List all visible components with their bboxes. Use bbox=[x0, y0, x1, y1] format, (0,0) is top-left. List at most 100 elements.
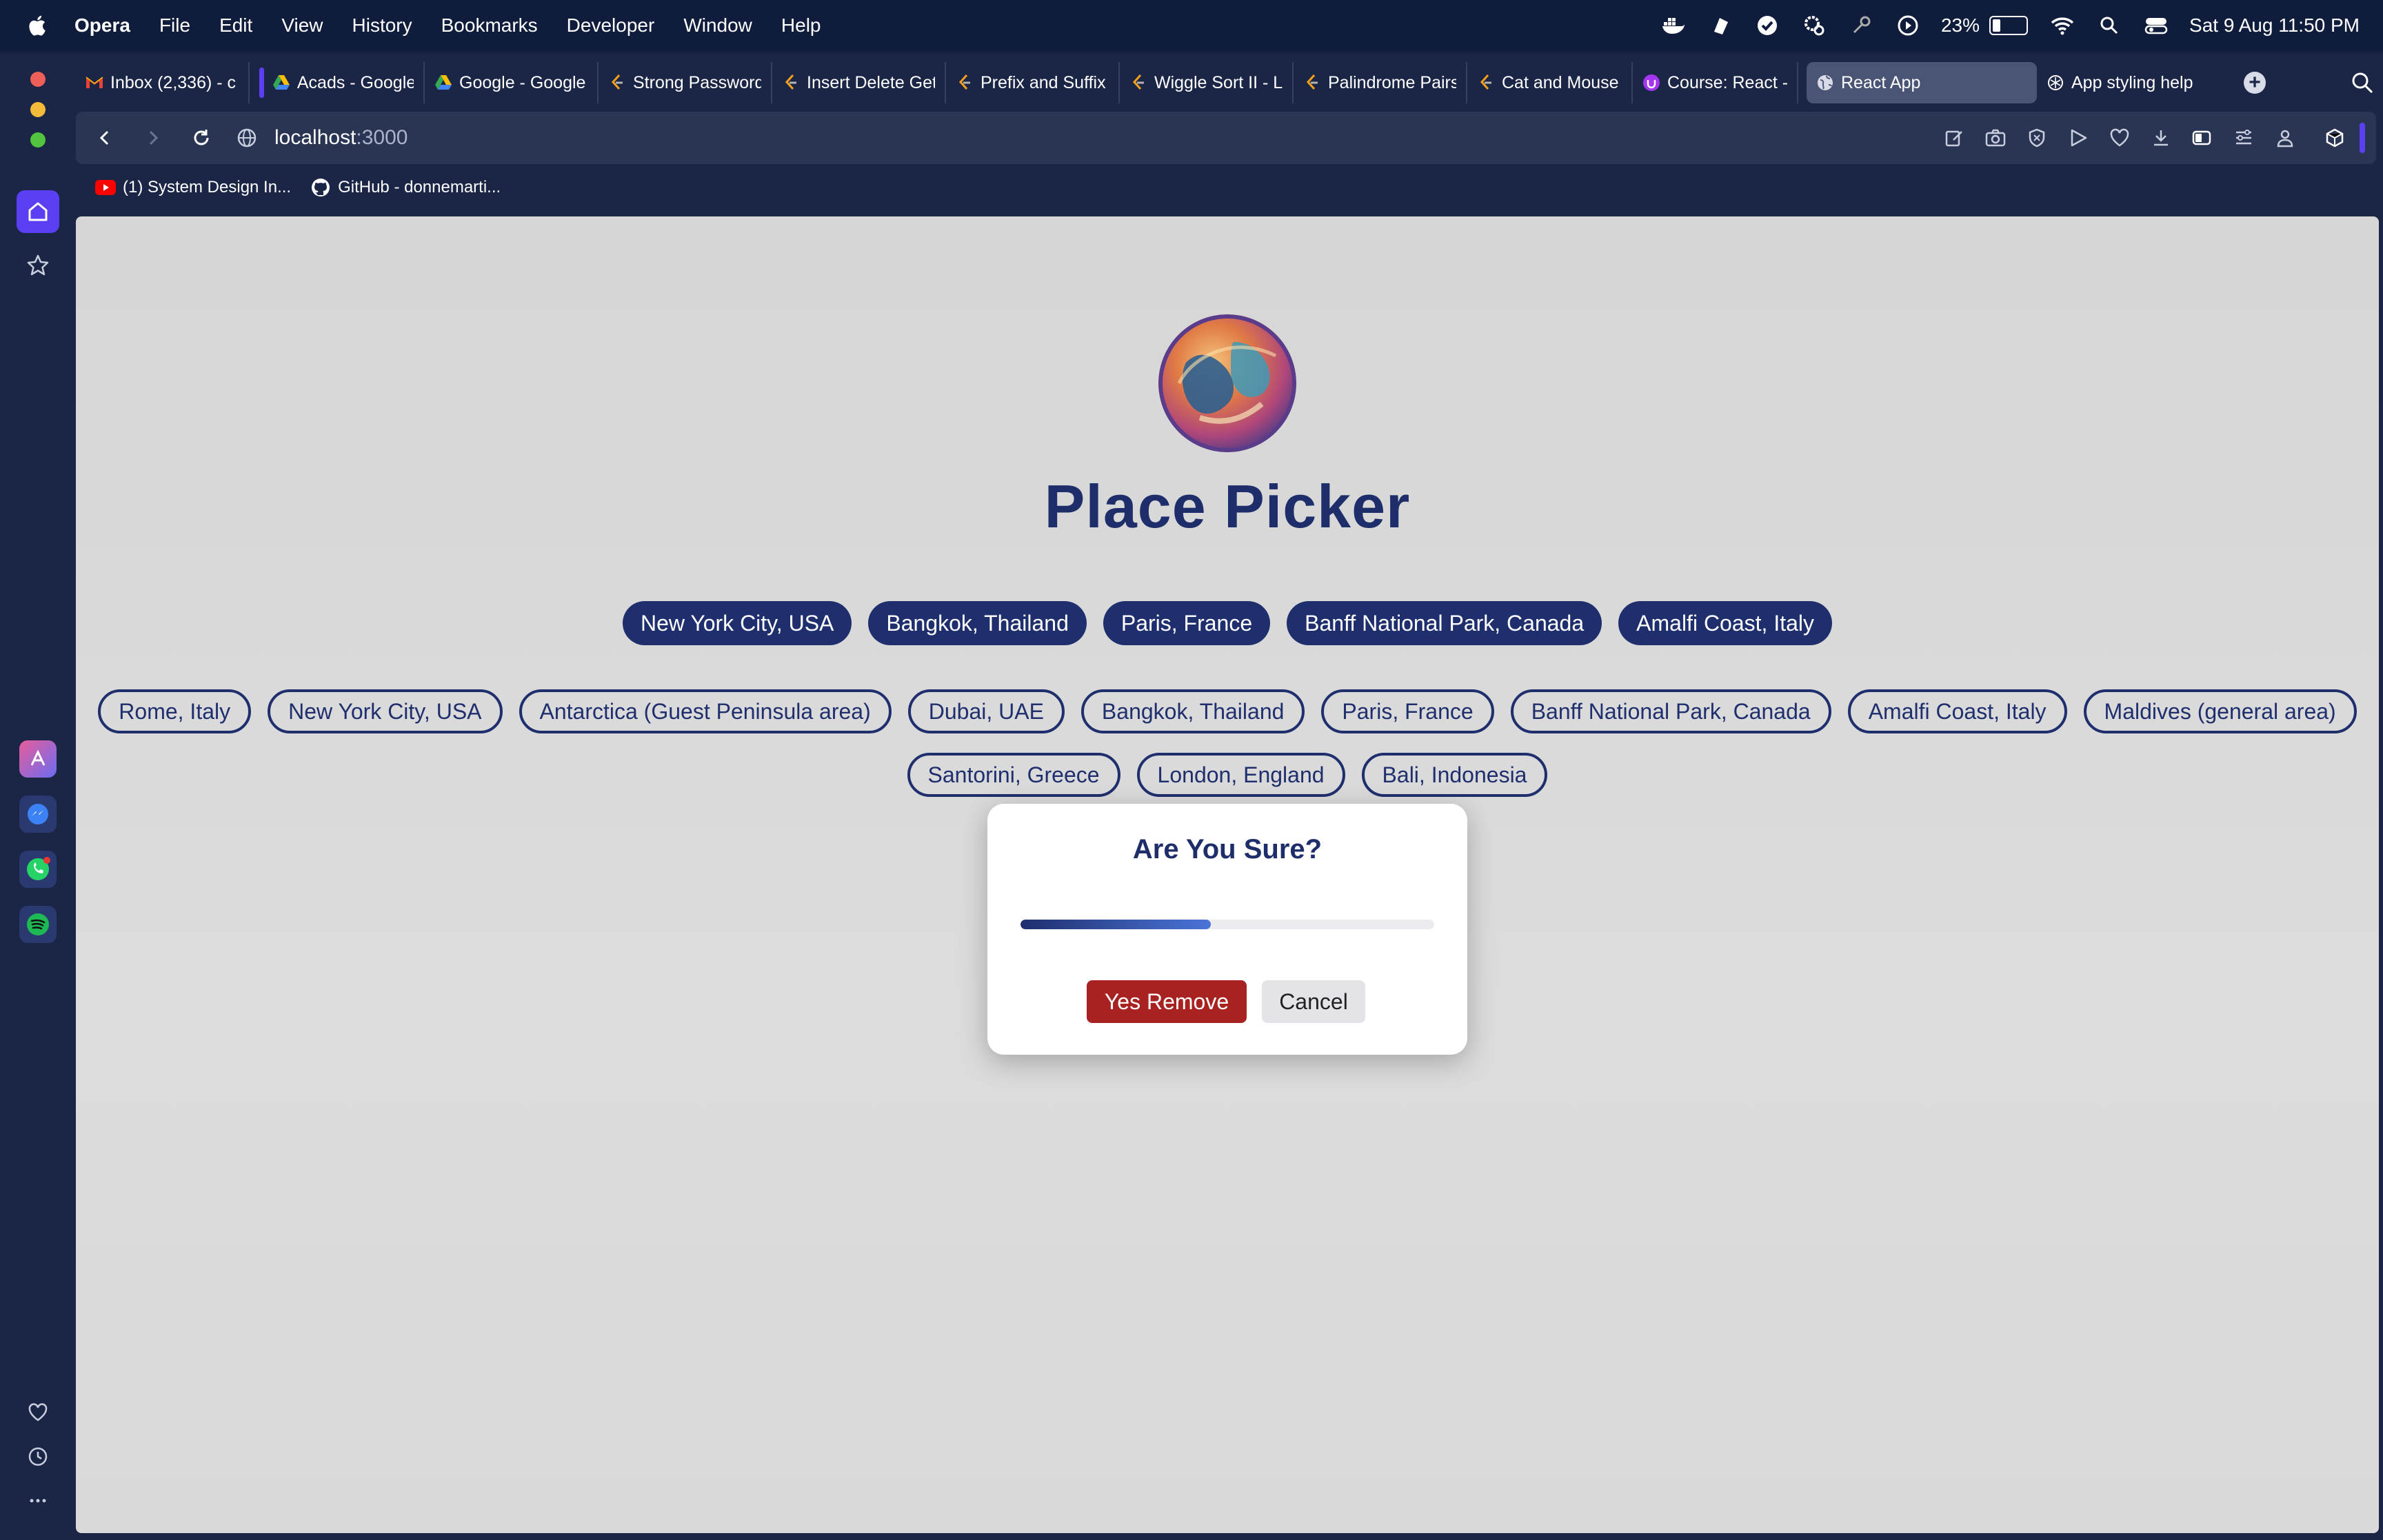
bookmark-system-design[interactable]: (1) System Design In... bbox=[95, 177, 291, 198]
tab-prefix-suffix[interactable]: Prefix and Suffix bbox=[946, 62, 1120, 103]
available-place-chip[interactable]: Dubai, UAE bbox=[907, 689, 1065, 733]
globe-icon bbox=[1816, 74, 1834, 92]
spotlight-search-icon[interactable] bbox=[2097, 13, 2122, 38]
maximize-window-button[interactable] bbox=[30, 132, 46, 148]
wifi-icon[interactable] bbox=[2050, 13, 2075, 38]
tab-strong-password[interactable]: Strong Password bbox=[599, 62, 772, 103]
gmail-icon bbox=[86, 74, 103, 92]
menu-view[interactable]: View bbox=[281, 14, 323, 37]
address-bar-tools bbox=[1925, 112, 2365, 164]
extensions-cube-icon[interactable] bbox=[2322, 125, 2347, 150]
available-place-chip[interactable]: Paris, France bbox=[1321, 689, 1494, 733]
tab-gmail[interactable]: Inbox (2,336) - c bbox=[76, 62, 250, 103]
selected-place-chip[interactable]: New York City, USA bbox=[622, 601, 852, 645]
menu-developer[interactable]: Developer bbox=[567, 14, 655, 37]
page-title: Place Picker bbox=[1044, 472, 1411, 540]
camera-icon[interactable] bbox=[1983, 125, 2008, 150]
selected-place-chip[interactable]: Amalfi Coast, Italy bbox=[1618, 601, 1832, 645]
tab-palindrome-pairs[interactable]: Palindrome Pairs bbox=[1294, 62, 1467, 103]
key-icon[interactable] bbox=[1849, 13, 1873, 38]
leetcode-icon bbox=[1477, 74, 1495, 92]
edit-icon[interactable] bbox=[1942, 125, 1967, 150]
available-place-chip[interactable]: New York City, USA bbox=[268, 689, 503, 733]
available-place-chip[interactable]: Rome, Italy bbox=[98, 689, 252, 733]
leetcode-icon bbox=[956, 74, 974, 92]
globe-logo-icon bbox=[1158, 314, 1296, 452]
bookmarks-bar: (1) System Design In... GitHub - donnema… bbox=[76, 167, 2376, 208]
gear-icon[interactable] bbox=[1802, 13, 1827, 38]
minimize-window-button[interactable] bbox=[30, 102, 46, 117]
available-place-chip[interactable]: Maldives (general area) bbox=[2083, 689, 2357, 733]
download-icon[interactable] bbox=[2149, 125, 2173, 150]
new-tab-button[interactable]: + bbox=[2244, 71, 2266, 94]
docker-icon[interactable] bbox=[1661, 13, 1686, 38]
tab-insert-delete[interactable]: Insert Delete Get bbox=[772, 62, 946, 103]
opera-sidebar bbox=[0, 54, 76, 1540]
available-place-chip[interactable]: Bali, Indonesia bbox=[1361, 753, 1548, 797]
modal-title: Are You Sure? bbox=[1132, 834, 1323, 864]
battery-icon[interactable] bbox=[1989, 16, 2029, 35]
url-field[interactable]: localhost:3000 bbox=[274, 126, 408, 150]
auto-confirm-progress-bar bbox=[1020, 920, 1434, 929]
menu-help[interactable]: Help bbox=[781, 14, 821, 37]
selected-place-chip[interactable]: Paris, France bbox=[1103, 601, 1271, 645]
available-place-chip[interactable]: Santorini, Greece bbox=[907, 753, 1120, 797]
bookmark-github[interactable]: GitHub - donnemarti... bbox=[310, 177, 501, 198]
easy-setup-icon[interactable] bbox=[2231, 125, 2256, 150]
available-place-chip[interactable]: Antarctica (Guest Peninsula area) bbox=[519, 689, 892, 733]
site-info-globe-icon[interactable] bbox=[233, 124, 261, 152]
check-icon[interactable] bbox=[1755, 13, 1780, 38]
send-icon[interactable] bbox=[2066, 125, 2091, 150]
heart-icon[interactable] bbox=[2107, 125, 2132, 150]
menubar-clock[interactable]: Sat 9 Aug 11:50 PM bbox=[2189, 14, 2360, 37]
app-icon[interactable] bbox=[1708, 13, 1733, 38]
profile-icon[interactable] bbox=[2273, 125, 2297, 150]
leetcode-icon bbox=[782, 74, 800, 92]
menu-window[interactable]: Window bbox=[683, 14, 752, 37]
tab-acads-drive[interactable]: Acads - Google D bbox=[250, 62, 425, 103]
sidebar-toggle-marker[interactable] bbox=[2360, 123, 2365, 153]
home-icon[interactable] bbox=[17, 190, 59, 233]
close-window-button[interactable] bbox=[30, 72, 46, 87]
menu-opera[interactable]: Opera bbox=[74, 14, 130, 37]
leetcode-icon bbox=[608, 74, 626, 92]
play-icon[interactable] bbox=[1896, 13, 1920, 38]
available-place-chip[interactable]: London, England bbox=[1136, 753, 1345, 797]
control-center-icon[interactable] bbox=[2144, 13, 2169, 38]
more-options-icon[interactable] bbox=[17, 1479, 59, 1522]
leetcode-icon bbox=[1129, 74, 1147, 92]
menu-history[interactable]: History bbox=[352, 14, 412, 37]
menu-bookmarks[interactable]: Bookmarks bbox=[441, 14, 538, 37]
menu-edit[interactable]: Edit bbox=[219, 14, 252, 37]
messenger-icon[interactable] bbox=[19, 796, 57, 833]
tab-course-react[interactable]: Course: React - bbox=[1633, 62, 1798, 103]
available-places-list: Rome, Italy New York City, USA Antarctic… bbox=[76, 689, 2379, 733]
history-clock-icon[interactable] bbox=[17, 1435, 59, 1478]
selected-place-chip[interactable]: Bangkok, Thailand bbox=[868, 601, 1087, 645]
star-icon[interactable] bbox=[17, 244, 59, 287]
tab-search-icon[interactable] bbox=[2349, 69, 2376, 97]
forward-icon[interactable] bbox=[139, 124, 167, 152]
selected-place-chip[interactable]: Banff National Park, Canada bbox=[1287, 601, 1602, 645]
available-place-chip[interactable]: Bangkok, Thailand bbox=[1080, 689, 1305, 733]
cancel-button[interactable]: Cancel bbox=[1262, 980, 1365, 1023]
reload-icon[interactable] bbox=[188, 124, 215, 152]
apple-icon[interactable] bbox=[25, 12, 51, 39]
back-icon[interactable] bbox=[91, 124, 119, 152]
yes-remove-button[interactable]: Yes Remove bbox=[1087, 980, 1247, 1023]
aria-icon[interactable] bbox=[19, 740, 57, 778]
available-place-chip[interactable]: Amalfi Coast, Italy bbox=[1847, 689, 2067, 733]
available-place-chip[interactable]: Banff National Park, Canada bbox=[1510, 689, 1831, 733]
spotify-icon[interactable] bbox=[19, 906, 57, 943]
tab-wiggle-sort[interactable]: Wiggle Sort II - L bbox=[1120, 62, 1294, 103]
battery-saver-icon[interactable] bbox=[2190, 125, 2215, 150]
whatsapp-icon[interactable] bbox=[19, 851, 57, 888]
menu-file[interactable]: File bbox=[159, 14, 190, 37]
heart-icon[interactable] bbox=[17, 1391, 59, 1434]
tab-react-app[interactable]: React App bbox=[1807, 62, 2037, 103]
shield-icon[interactable] bbox=[2024, 125, 2049, 150]
tab-group-marker bbox=[259, 68, 264, 98]
tab-app-styling-help[interactable]: App styling help bbox=[2037, 62, 2223, 103]
tab-cat-mouse[interactable]: Cat and Mouse - bbox=[1467, 62, 1633, 103]
tab-google-drive[interactable]: Google - Google bbox=[425, 62, 599, 103]
